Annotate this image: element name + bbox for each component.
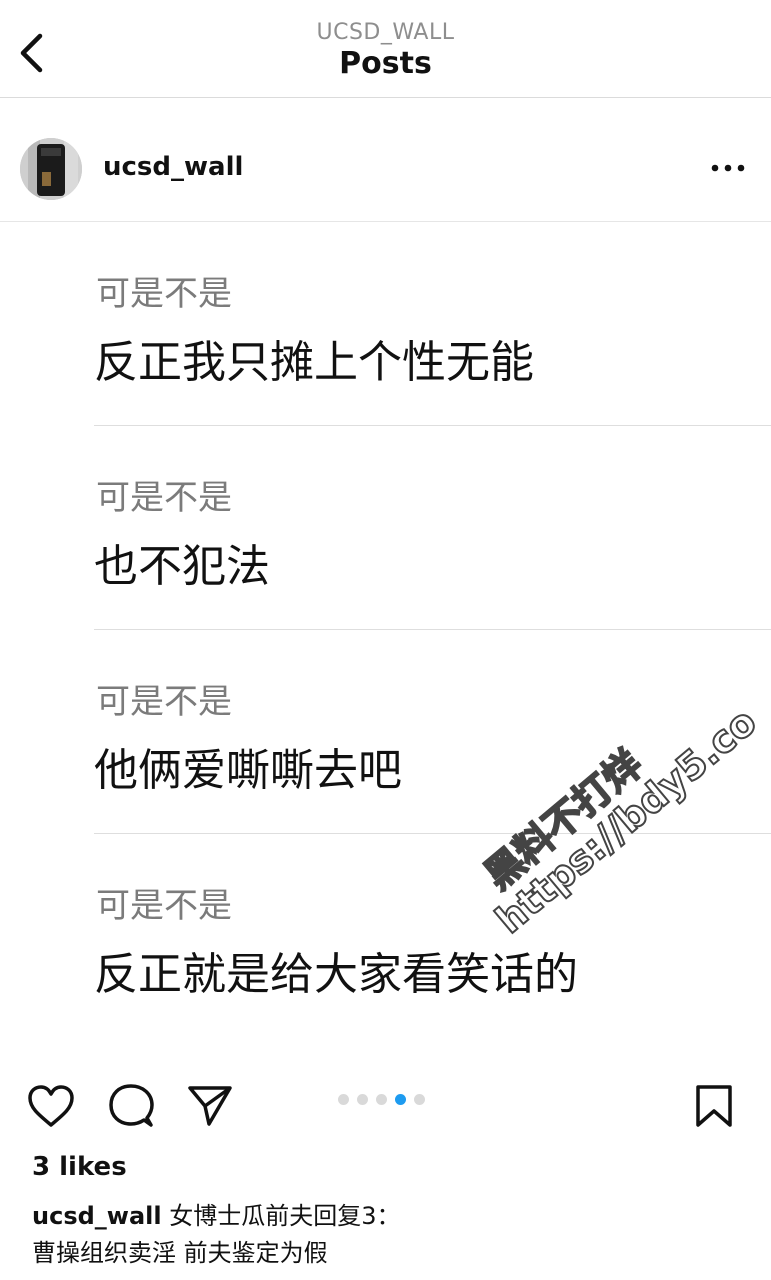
entry-text: 也不犯法 bbox=[94, 541, 270, 592]
share-icon[interactable] bbox=[186, 1082, 234, 1130]
entry-text: 反正就是给大家看笑话的 bbox=[94, 949, 578, 1000]
carousel-dot bbox=[338, 1094, 349, 1105]
heart-icon[interactable] bbox=[27, 1082, 75, 1130]
entry-text: 反正我只摊上个性无能 bbox=[94, 337, 534, 388]
message-entry: 可是不是 反正我只摊上个性无能 bbox=[94, 222, 771, 426]
entry-prompt: 可是不是 bbox=[96, 274, 232, 314]
post-caption: ucsd_wall 女博士瓜前夫回复3： 曹操组织卖淫 前夫鉴定为假 bbox=[32, 1198, 752, 1272]
carousel-dot bbox=[414, 1094, 425, 1105]
account-name-header: UCSD_WALL bbox=[316, 20, 455, 45]
entry-text: 他俩爱嘶嘶去吧 bbox=[94, 745, 402, 796]
post-image[interactable]: 可是不是 反正我只摊上个性无能 可是不是 也不犯法 可是不是 他俩爱嘶嘶去吧 可… bbox=[0, 222, 771, 1072]
entry-prompt: 可是不是 bbox=[96, 478, 232, 518]
likes-count[interactable]: 3 likes bbox=[32, 1152, 127, 1182]
bookmark-icon[interactable] bbox=[690, 1082, 738, 1130]
carousel-dot bbox=[376, 1094, 387, 1105]
comment-icon[interactable] bbox=[107, 1082, 155, 1130]
message-entry: 可是不是 也不犯法 bbox=[94, 426, 771, 630]
caption-text-line2: 曹操组织卖淫 前夫鉴定为假 bbox=[32, 1239, 328, 1267]
entry-prompt: 可是不是 bbox=[96, 682, 232, 722]
top-nav-bar: UCSD_WALL Posts bbox=[0, 0, 771, 98]
more-options-icon[interactable] bbox=[705, 154, 751, 182]
carousel-indicator bbox=[338, 1094, 425, 1105]
avatar[interactable] bbox=[20, 138, 82, 200]
post-username[interactable]: ucsd_wall bbox=[103, 152, 243, 182]
caption-text-line1: 女博士瓜前夫回复3： bbox=[169, 1202, 401, 1230]
entry-prompt: 可是不是 bbox=[96, 886, 232, 926]
carousel-dot bbox=[357, 1094, 368, 1105]
carousel-dot-active bbox=[395, 1094, 406, 1105]
page-title: Posts bbox=[339, 46, 432, 81]
action-bar bbox=[0, 1070, 771, 1140]
post-header: ucsd_wall bbox=[0, 98, 771, 222]
caption-username[interactable]: ucsd_wall bbox=[32, 1202, 162, 1230]
